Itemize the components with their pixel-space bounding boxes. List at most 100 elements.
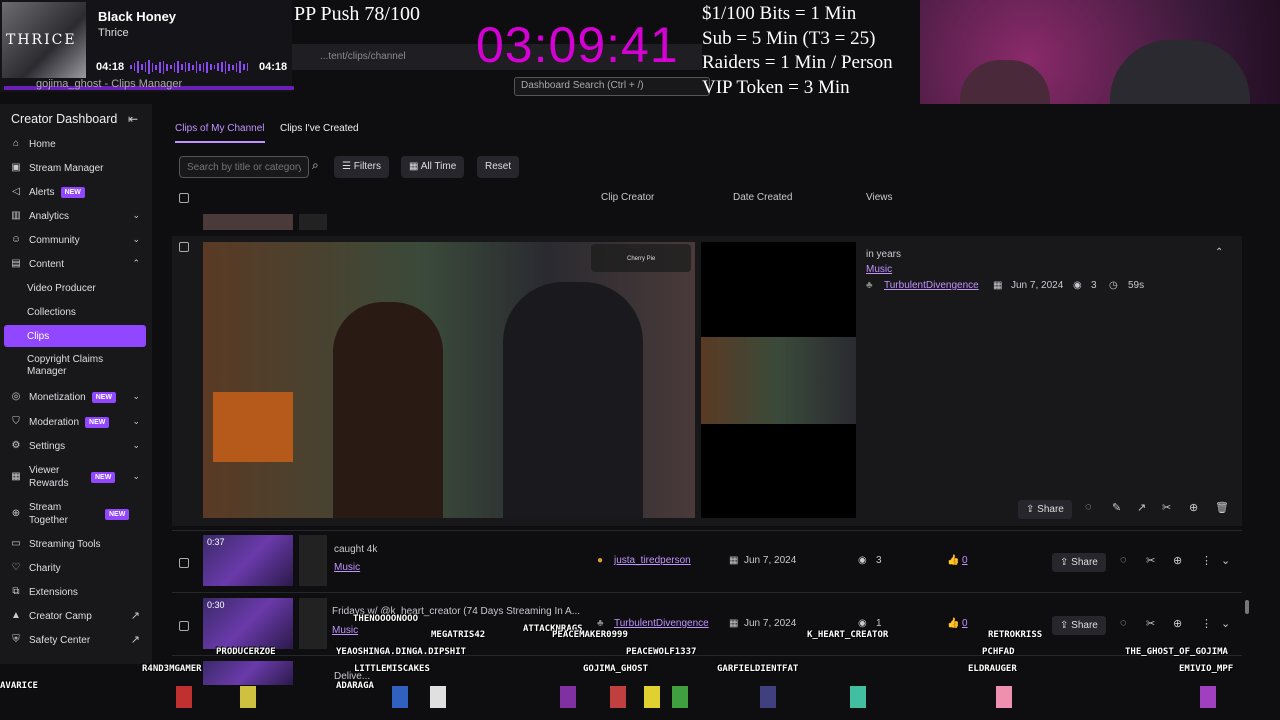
chatter-name: PCHFAD	[982, 647, 1015, 657]
sidebar-item-charity[interactable]: ♡ Charity	[4, 557, 146, 579]
tab-clips-ive-created[interactable]: Clips I've Created	[280, 123, 359, 134]
open-external-icon[interactable]: ↗	[1137, 501, 1146, 514]
chatter-name: RETROKRISS	[988, 630, 1043, 640]
share-button[interactable]: ⇪ Share	[1052, 553, 1106, 572]
clip-creator[interactable]: TurbulentDivengence	[614, 618, 709, 629]
clip-thumbnail[interactable]	[203, 661, 293, 685]
calendar-icon: ▦	[409, 161, 421, 172]
chatter-sprite	[996, 686, 1012, 708]
table-row[interactable]	[172, 655, 1242, 685]
scissors-icon[interactable]: ✂	[1146, 554, 1155, 567]
sidebar-item-clips[interactable]: Clips	[4, 325, 146, 347]
sidebar-item-content[interactable]: ▤ Content ⌃	[4, 253, 146, 275]
chevron-down-icon[interactable]: ⌄	[1221, 617, 1230, 630]
clip-thumbnail-large[interactable]	[701, 337, 856, 424]
sidebar-item-analytics[interactable]: ▥ Analytics ⌄	[4, 205, 146, 227]
clip-thumbnail[interactable]	[203, 214, 293, 230]
pp-push-counter: PP Push 78/100	[294, 3, 420, 25]
row-checkbox[interactable]	[179, 621, 189, 631]
dashboard-search-input[interactable]: Dashboard Search (Ctrl + /)	[514, 77, 710, 96]
sidebar-item-video-producer[interactable]: Video Producer	[4, 277, 146, 299]
waveform-bar	[137, 61, 139, 73]
waveform-bar	[217, 63, 220, 71]
add-icon[interactable]: ⊕	[1173, 554, 1182, 567]
sidebar-item-community[interactable]: ☺ Community ⌄	[4, 229, 146, 251]
search-icon[interactable]: ⌕	[312, 158, 319, 173]
sidebar-item-alerts[interactable]: ◁ Alerts NEW	[4, 181, 146, 203]
time-range-button[interactable]: ▦ All Time	[401, 156, 465, 178]
reset-button[interactable]: Reset	[477, 156, 520, 178]
clip-creator[interactable]: TurbulentDivengence	[884, 280, 979, 291]
column-header-clip-creator[interactable]: Clip Creator	[601, 192, 654, 203]
sidebar-title: Creator Dashboard	[11, 112, 118, 126]
chatter-name: R4ND3MGAMER	[142, 664, 202, 674]
share-button[interactable]: ⇪ Share	[1052, 616, 1106, 635]
clip-category[interactable]: Music	[334, 562, 360, 573]
sidebar-item-stream-manager[interactable]: ▣ Stream Manager	[4, 157, 146, 179]
tab-clips-of-my-channel[interactable]: Clips of My Channel	[175, 123, 266, 143]
viewer-rewards-icon: ▦	[11, 471, 21, 482]
audio-waveform	[130, 60, 249, 74]
sidebar-item-stream-together[interactable]: ⊕ Stream Together NEW	[4, 500, 146, 528]
filters-button[interactable]: ☰ Filters	[334, 156, 389, 178]
clip-category[interactable]: Music	[332, 625, 358, 636]
views-icon: ◉	[1073, 280, 1082, 291]
now-playing-elapsed: 04:18	[96, 61, 125, 73]
collapse-row-icon[interactable]: ⌃	[1215, 247, 1223, 258]
share-button[interactable]: ⇪ Share	[1018, 500, 1072, 519]
duration-icon: ◷	[1109, 280, 1118, 291]
column-header-date-created[interactable]: Date Created	[733, 192, 792, 203]
sidebar-item-moderation[interactable]: ⛉ Moderation NEW ⌄	[4, 411, 146, 433]
waveform-bar	[221, 62, 223, 72]
sidebar-item-monetization[interactable]: ◎ Monetization NEW ⌄	[4, 386, 146, 408]
loading-icon[interactable]: ◌	[1120, 617, 1127, 629]
clip-thumbnail[interactable]: 0:30	[203, 598, 293, 649]
analytics-icon: ▥	[11, 210, 21, 221]
delete-icon[interactable]: 🗑	[1215, 501, 1229, 514]
loading-icon[interactable]: ◌	[1085, 501, 1092, 513]
add-icon[interactable]: ⊕	[1173, 617, 1182, 630]
chatter-name: THE_GHOST_OF_GOJIMA	[1125, 647, 1228, 657]
clip-search-input[interactable]	[179, 156, 309, 178]
clip-video-preview[interactable]: Cherry Pie	[203, 242, 695, 518]
sidebar-item-extensions[interactable]: ⧉ Extensions	[4, 581, 146, 603]
sidebar-item-collections[interactable]: Collections	[4, 301, 146, 323]
chevron-down-icon[interactable]: ⌄	[1221, 554, 1230, 567]
stream-manager-icon: ▣	[11, 162, 21, 173]
sidebar-item-streaming-tools[interactable]: ▭ Streaming Tools	[4, 533, 146, 555]
column-header-views[interactable]: Views	[866, 192, 893, 203]
chevron-up-icon: ⌃	[132, 258, 140, 268]
loading-icon[interactable]: ◌	[1120, 554, 1127, 566]
waveform-bar	[159, 61, 161, 73]
scissors-icon[interactable]: ✂	[1162, 501, 1171, 514]
scrollbar[interactable]	[1245, 214, 1249, 614]
select-all-checkbox[interactable]	[179, 193, 189, 203]
sidebar-item-viewer-rewards[interactable]: ▦ Viewer Rewards NEW ⌄	[4, 463, 146, 491]
more-icon[interactable]: ⋮	[1201, 617, 1212, 630]
waveform-bar	[151, 62, 154, 72]
waveform-bar	[213, 65, 216, 69]
sidebar-item-safety-center[interactable]: ⛨ Safety Center ↗	[4, 629, 146, 651]
waveform-bar	[202, 62, 205, 72]
sidebar-item-home[interactable]: ⌂ Home	[4, 133, 146, 155]
clip-creator[interactable]: justa_tiredperson	[614, 555, 691, 566]
collapse-sidebar-icon[interactable]: ⇤	[128, 112, 138, 126]
clip-category[interactable]: Music	[866, 264, 892, 275]
edit-icon[interactable]: ✎	[1112, 501, 1121, 514]
sidebar-item-copyright-claims-manager[interactable]: Copyright Claims Manager	[4, 351, 124, 381]
waveform-bar	[199, 63, 201, 71]
like-icon[interactable]: 👍	[947, 618, 959, 629]
more-icon[interactable]: ⋮	[1201, 554, 1212, 567]
row-checkbox[interactable]	[179, 558, 189, 568]
like-icon[interactable]: 👍	[947, 555, 959, 566]
add-icon[interactable]: ⊕	[1189, 501, 1198, 514]
clip-title: caught 4k	[334, 544, 378, 555]
waveform-bar	[195, 61, 198, 73]
clip-thumbnail[interactable]: 0:37	[203, 535, 293, 586]
sidebar-item-creator-camp[interactable]: ▲ Creator Camp ↗	[4, 605, 146, 627]
scissors-icon[interactable]: ✂	[1146, 617, 1155, 630]
browser-tab-title[interactable]: gojima_ghost - Clips Manager	[36, 78, 182, 90]
row-checkbox[interactable]	[179, 242, 189, 252]
clip-date: Jun 7, 2024	[744, 618, 797, 629]
sidebar-item-settings[interactable]: ⚙ Settings ⌄	[4, 435, 146, 457]
